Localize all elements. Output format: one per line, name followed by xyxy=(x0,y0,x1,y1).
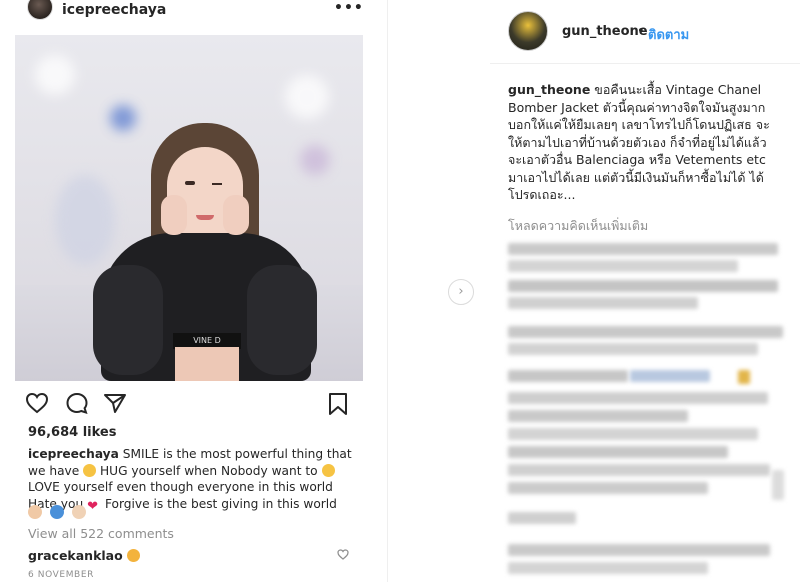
post-date: 6 NOVEMBER xyxy=(28,570,94,580)
more-options-icon[interactable]: ••• xyxy=(334,0,364,16)
blurred-comment-line xyxy=(508,562,708,574)
post-caption: icepreechaya SMILE is the most powerful … xyxy=(28,446,358,512)
caption-emoji-row xyxy=(28,504,89,523)
kiss-emoji-icon xyxy=(126,549,140,562)
caption-text: HUG yourself when Nobody want to xyxy=(100,463,318,478)
like-heart-icon[interactable] xyxy=(25,392,49,414)
likes-count[interactable]: 96,684 likes xyxy=(28,425,116,440)
hands-emoji-icon xyxy=(28,505,42,519)
load-more-comments-link[interactable]: โหลดความคิดเห็นเพิ่มเติม xyxy=(508,216,648,236)
post-photo[interactable]: VINE D xyxy=(15,35,363,381)
comment-like-heart-icon[interactable] xyxy=(337,549,349,560)
bokeh-light xyxy=(35,55,75,95)
person-hand xyxy=(161,195,187,235)
bokeh-light xyxy=(110,105,136,131)
avatar[interactable] xyxy=(27,0,53,20)
blurred-comment-line xyxy=(630,370,710,382)
post-username[interactable]: icepreechaya xyxy=(62,2,166,18)
blurred-comment-line xyxy=(508,343,758,355)
caption-text: we have xyxy=(28,463,80,478)
next-arrow-icon[interactable]: › xyxy=(448,279,474,305)
post-actions xyxy=(15,388,363,418)
caption-text: SMILE is the most powerful thing that xyxy=(122,447,352,461)
blurred-comment-line xyxy=(508,370,628,382)
blurred-comment-line xyxy=(508,482,708,494)
blurred-comment-line xyxy=(508,512,576,524)
person-waist xyxy=(175,347,239,381)
profile-header: gun_theone • ติดตาม xyxy=(490,0,800,64)
blurred-comment-line xyxy=(508,280,778,292)
bokeh-light xyxy=(55,175,115,265)
caption-username[interactable]: gun_theone xyxy=(508,82,590,97)
caption-text: LOVE yourself even though everyone in th… xyxy=(28,480,333,494)
caption-text: Forgive is the best giving in this world xyxy=(104,496,337,511)
comment-row: gracekankla​o xyxy=(28,548,140,563)
person-mouth xyxy=(196,215,214,220)
blurred-comment-line xyxy=(508,392,768,404)
view-all-comments-link[interactable]: View all 522 comments xyxy=(28,526,174,541)
globe-emoji-icon xyxy=(50,505,65,519)
victory-hand-emoji-icon xyxy=(72,505,87,519)
jacket-sleeve xyxy=(247,265,317,375)
blurred-comment-line xyxy=(508,428,758,440)
caption: gun_theone ขอคืนนะเสื้อ Vintage Chanel B… xyxy=(508,81,770,204)
share-icon[interactable] xyxy=(103,392,127,414)
person-eye-wink xyxy=(212,183,222,185)
blurred-comment-line xyxy=(508,260,738,272)
post-header: icepreechaya ••• xyxy=(0,0,372,22)
blurred-comment-line xyxy=(772,470,784,500)
blurred-comment-line xyxy=(508,243,778,255)
bookmark-icon[interactable] xyxy=(328,392,348,416)
caption-text: ขอคืนนะเสื้อ Vintage Chanel Bomber Jacke… xyxy=(508,82,770,202)
smile-emoji-icon xyxy=(83,463,97,477)
follow-button[interactable]: ติดตาม xyxy=(648,24,689,45)
avatar[interactable] xyxy=(508,11,548,51)
profile-username[interactable]: gun_theone xyxy=(562,24,648,39)
person-hand xyxy=(223,195,249,235)
person-eye xyxy=(185,181,195,185)
jacket-sleeve xyxy=(93,265,163,375)
blurred-comment-line xyxy=(508,410,688,422)
bokeh-light xyxy=(300,145,330,175)
right-panel: gun_theone • ติดตาม gun_theone ขอคืนนะเส… xyxy=(490,0,800,582)
blurred-emoji xyxy=(738,370,750,384)
blurred-comment-line xyxy=(508,464,770,476)
comment-icon[interactable] xyxy=(65,392,89,414)
comment-username[interactable]: gracekankla​o xyxy=(28,548,123,563)
blurred-comment-line xyxy=(508,326,783,338)
separator-dot: • xyxy=(637,24,645,39)
blurred-comment-line xyxy=(508,297,698,309)
blurred-comment-line xyxy=(508,446,728,458)
left-post: icepreechaya ••• VINE D 96,684 likes ice… xyxy=(0,0,372,582)
blurred-comment-line xyxy=(508,544,770,556)
smile-emoji-icon xyxy=(321,463,335,477)
bokeh-light xyxy=(285,75,329,119)
divider xyxy=(387,0,388,582)
caption-username[interactable]: icepreechaya xyxy=(28,447,119,461)
